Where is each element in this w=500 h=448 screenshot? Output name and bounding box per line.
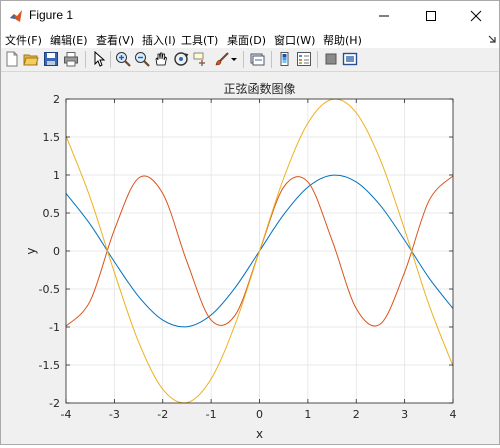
link-plot-icon[interactable] (249, 51, 265, 67)
x-tick-label: -1 (206, 408, 217, 421)
y-tick-label: -0.5 (39, 283, 60, 296)
open-file-icon[interactable] (23, 51, 39, 67)
y-tick-label: -1 (49, 321, 60, 334)
maximize-button[interactable] (408, 1, 454, 31)
close-button[interactable] (453, 1, 499, 31)
x-tick-label: 2 (353, 408, 360, 421)
menu-bar: 文件(F) 编辑(E) 查看(V) 插入(I) 工具(T) 桌面(D) 窗口(W… (1, 31, 499, 48)
x-tick-label: 3 (401, 408, 408, 421)
menu-help[interactable]: 帮助(H) (323, 32, 362, 48)
y-tick-label: -2 (49, 397, 60, 410)
menu-tools[interactable]: 工具(T) (181, 32, 218, 48)
menu-view[interactable]: 查看(V) (96, 32, 134, 48)
pan-hand-icon[interactable] (153, 51, 169, 67)
menu-window[interactable]: 窗口(W) (274, 32, 315, 48)
y-tick-label: 1 (53, 169, 60, 182)
new-figure-icon[interactable] (4, 51, 20, 67)
legend-icon[interactable] (296, 51, 312, 67)
toolbar-separator (271, 51, 272, 68)
x-tick-label: 0 (256, 408, 263, 421)
close-icon (470, 10, 482, 22)
hide-plot-tools-icon[interactable] (323, 51, 339, 67)
x-tick-label: 4 (450, 408, 457, 421)
toolbar-separator (243, 51, 244, 68)
maximize-icon (426, 11, 436, 21)
show-plot-tools-icon[interactable] (342, 51, 358, 67)
axes-plot[interactable]: -4 -3 -2 -1 0 1 2 3 4 -2 -1.5 -1 -0.5 0 0.5 1 1.5 2 正弦函数… (1, 72, 499, 444)
x-tick-label: -2 (157, 408, 168, 421)
menu-desktop[interactable]: 桌面(D) (227, 32, 266, 48)
x-tick-label: -4 (61, 408, 72, 421)
window-title: Figure 1 (29, 8, 74, 22)
menu-file[interactable]: 文件(F) (5, 32, 42, 48)
x-axis-label: x (256, 427, 263, 441)
rotate-3d-icon[interactable] (173, 51, 189, 67)
title-bar[interactable]: Figure 1 (1, 1, 499, 31)
toolbar-separator (85, 51, 86, 68)
x-tick-label: 1 (304, 408, 311, 421)
brush-icon[interactable] (214, 51, 230, 67)
x-tick-labels: -4 -3 -2 -1 0 1 2 3 4 (61, 408, 457, 421)
zoom-in-icon[interactable] (115, 51, 131, 67)
print-icon[interactable] (63, 51, 79, 67)
toolbar-separator (317, 51, 318, 68)
zoom-out-icon[interactable] (134, 51, 150, 67)
y-tick-label: 0.5 (43, 207, 61, 220)
figure-toolbar (1, 48, 499, 72)
pointer-icon[interactable] (91, 51, 107, 67)
data-cursor-icon[interactable] (192, 51, 208, 67)
colorbar-icon[interactable] (277, 51, 293, 67)
x-tick-label: -3 (109, 408, 120, 421)
dock-figure-icon[interactable] (487, 33, 497, 45)
chart-title: 正弦函数图像 (223, 81, 295, 96)
brush-dropdown-icon[interactable] (230, 51, 238, 67)
y-tick-label: 2 (53, 93, 60, 106)
menu-edit[interactable]: 编辑(E) (50, 32, 88, 48)
y-tick-label: 1.5 (43, 131, 61, 144)
toolbar-separator (110, 51, 111, 68)
y-tick-labels: -2 -1.5 -1 -0.5 0 0.5 1 1.5 2 (39, 93, 60, 410)
minimize-button[interactable] (361, 1, 407, 31)
figure-canvas: -4 -3 -2 -1 0 1 2 3 4 -2 -1.5 -1 -0.5 0 0.5 1 1.5 2 正弦函数… (1, 72, 499, 444)
y-axis-label: y (24, 247, 38, 254)
figure-window: Figure 1 文件(F) 编辑(E) 查看(V) 插入(I) 工具(T) 桌… (0, 0, 500, 445)
y-tick-label: -1.5 (39, 359, 60, 372)
save-icon[interactable] (43, 51, 59, 67)
minimize-icon (379, 15, 389, 17)
matlab-logo-icon (10, 10, 22, 22)
menu-insert[interactable]: 插入(I) (142, 32, 176, 48)
y-tick-label: 0 (53, 245, 60, 258)
